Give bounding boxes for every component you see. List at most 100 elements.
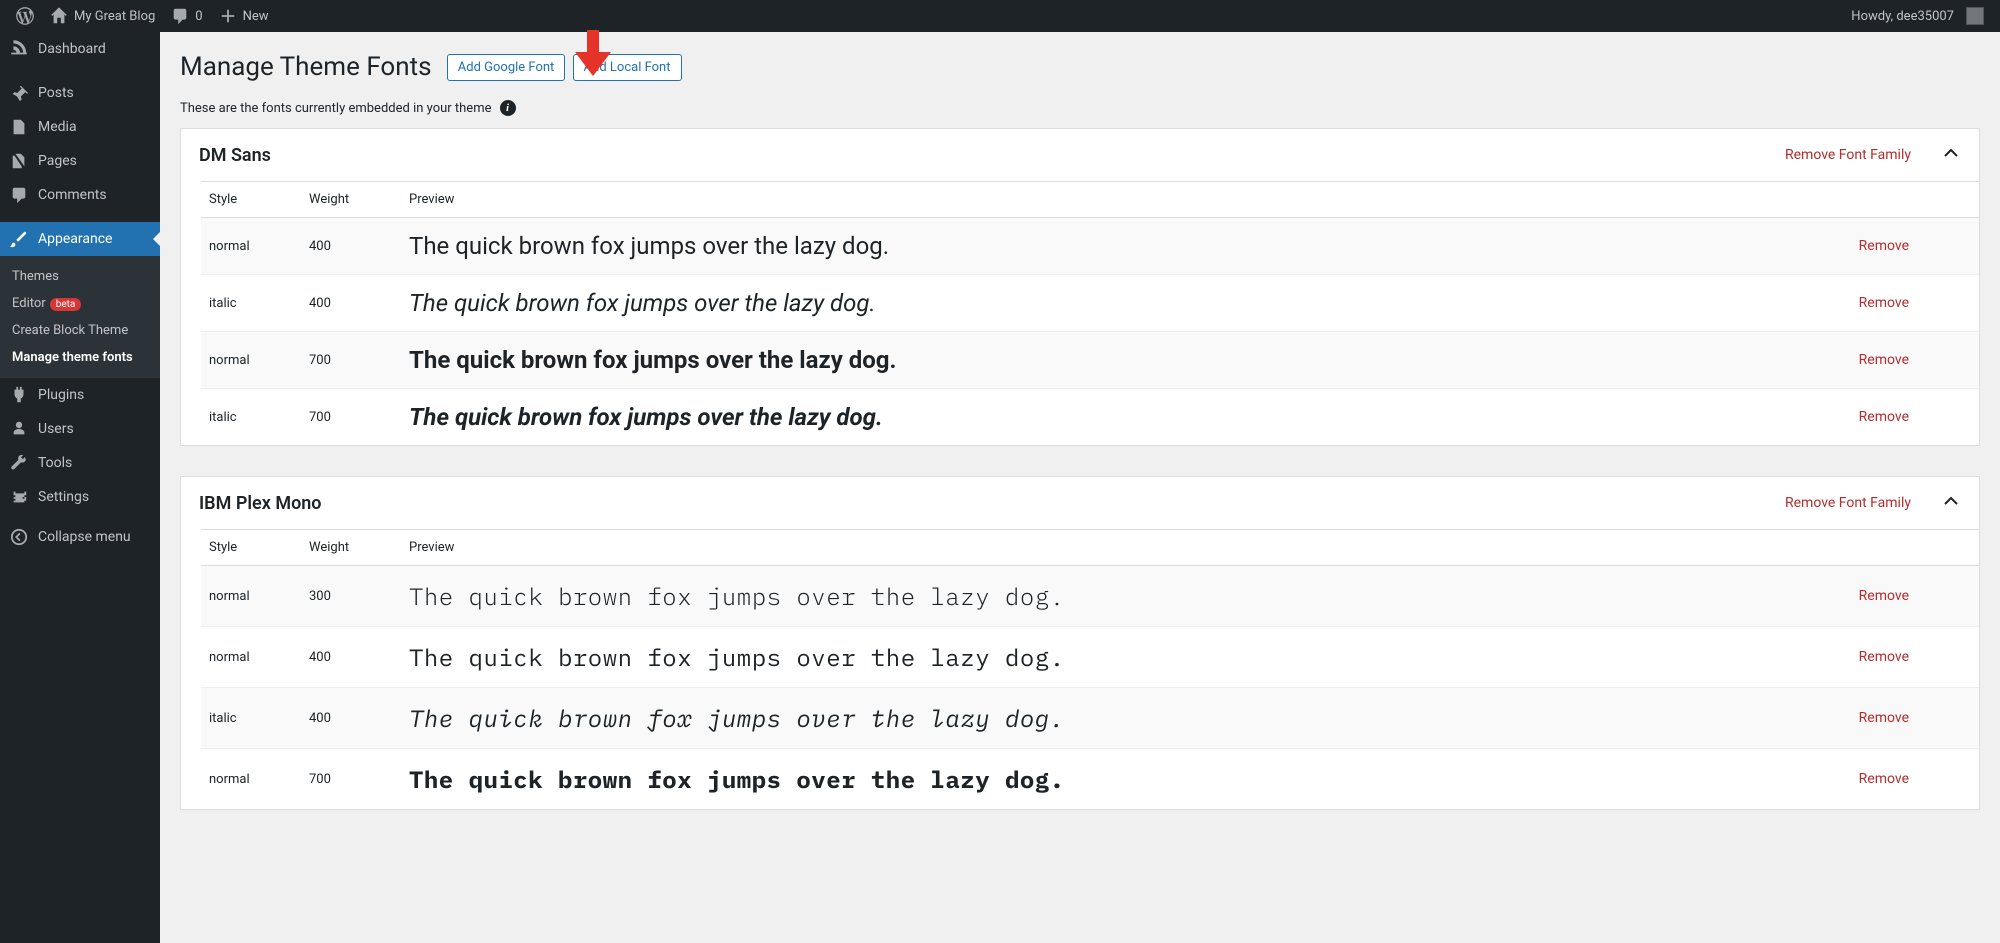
menu-plugins[interactable]: Plugins: [0, 378, 160, 412]
variants-table: Style Weight Preview normal 400 The quic…: [201, 181, 1979, 445]
collapse-toggle[interactable]: [1941, 491, 1961, 515]
font-family-card: DM Sans Remove Font Family Style Weight …: [180, 128, 1980, 446]
variant-row: normal 700 The quick brown fox jumps ove…: [201, 332, 1979, 389]
variant-weight: 400: [301, 688, 401, 749]
callout-arrow: [575, 30, 611, 80]
collapse-icon: [10, 528, 28, 546]
menu-pages[interactable]: Pages: [0, 144, 160, 178]
avatar: [1966, 7, 1984, 25]
user-icon: [10, 420, 28, 438]
menu-appearance[interactable]: Appearance: [0, 222, 160, 256]
variant-weight: 400: [301, 627, 401, 688]
variant-weight: 700: [301, 389, 401, 446]
howdy-text: Howdy, dee35007: [1851, 9, 1954, 24]
remove-font-family-link[interactable]: Remove Font Family: [1785, 495, 1911, 511]
variant-style: normal: [201, 218, 301, 275]
dashboard-icon: [10, 40, 28, 58]
plus-icon: [219, 7, 237, 25]
variant-style: normal: [201, 627, 301, 688]
variant-style: italic: [201, 688, 301, 749]
font-family-card: IBM Plex Mono Remove Font Family Style W…: [180, 476, 1980, 810]
menu-dashboard[interactable]: Dashboard: [0, 32, 160, 66]
chevron-up-icon: [1941, 143, 1961, 163]
variant-row: normal 300 The quick brown fox jumps ove…: [201, 566, 1979, 627]
variant-row: italic 700 The quick brown fox jumps ove…: [201, 389, 1979, 446]
plugin-icon: [10, 386, 28, 404]
admin-bar: My Great Blog 0 New Howdy, dee35007: [0, 0, 2000, 32]
menu-settings[interactable]: Settings: [0, 480, 160, 514]
howdy-link[interactable]: Howdy, dee35007: [1843, 0, 1992, 32]
menu-posts[interactable]: Posts: [0, 76, 160, 110]
add-google-font-button[interactable]: Add Google Font: [447, 54, 566, 81]
preview-text: The quick brown fox jumps over the lazy …: [409, 641, 1065, 673]
arrow-down-icon: [575, 30, 611, 76]
remove-variant-link[interactable]: Remove: [1859, 352, 1909, 368]
submenu-themes[interactable]: Themes: [0, 263, 160, 290]
site-name: My Great Blog: [74, 9, 155, 24]
submenu-editor[interactable]: Editorbeta: [0, 290, 160, 317]
font-family-name: IBM Plex Mono: [199, 493, 322, 514]
page-title: Manage Theme Fonts: [180, 52, 432, 82]
chevron-up-icon: [1941, 491, 1961, 511]
col-weight: Weight: [301, 530, 401, 566]
remove-variant-link[interactable]: Remove: [1859, 649, 1909, 665]
menu-media[interactable]: Media: [0, 110, 160, 144]
variant-weight: 400: [301, 275, 401, 332]
variant-style: normal: [201, 749, 301, 810]
collapse-toggle[interactable]: [1941, 143, 1961, 167]
new-label: New: [243, 9, 269, 24]
beta-badge: beta: [50, 298, 82, 311]
variant-weight: 400: [301, 218, 401, 275]
preview-text: The quick brown fox jumps over the lazy …: [409, 232, 889, 260]
variant-weight: 300: [301, 566, 401, 627]
comments-icon: [10, 186, 28, 204]
collapse-menu[interactable]: Collapse menu: [0, 520, 160, 554]
appearance-submenu: Themes Editorbeta Create Block Theme Man…: [0, 256, 160, 378]
variant-row: normal 700 The quick brown fox jumps ove…: [201, 749, 1979, 810]
variant-row: italic 400 The quick brown fox jumps ove…: [201, 688, 1979, 749]
site-name-link[interactable]: My Great Blog: [42, 0, 163, 32]
variant-style: italic: [201, 275, 301, 332]
col-weight: Weight: [301, 182, 401, 218]
menu-comments[interactable]: Comments: [0, 178, 160, 212]
wrench-icon: [10, 454, 28, 472]
remove-variant-link[interactable]: Remove: [1859, 409, 1909, 425]
variant-style: normal: [201, 332, 301, 389]
menu-users[interactable]: Users: [0, 412, 160, 446]
variant-weight: 700: [301, 749, 401, 810]
remove-variant-link[interactable]: Remove: [1859, 238, 1909, 254]
variants-table: Style Weight Preview normal 300 The quic…: [201, 529, 1979, 809]
variant-style: normal: [201, 566, 301, 627]
comments-link[interactable]: 0: [163, 0, 210, 32]
info-icon[interactable]: i: [500, 100, 516, 116]
font-family-name: DM Sans: [199, 145, 271, 166]
variant-row: normal 400 The quick brown fox jumps ove…: [201, 627, 1979, 688]
col-preview: Preview: [401, 530, 1851, 566]
pin-icon: [10, 84, 28, 102]
comment-icon: [171, 7, 189, 25]
remove-font-family-link[interactable]: Remove Font Family: [1785, 147, 1911, 163]
variant-style: italic: [201, 389, 301, 446]
home-icon: [50, 7, 68, 25]
preview-text: The quick brown fox jumps over the lazy …: [409, 763, 1065, 795]
admin-sidebar: Dashboard Posts Media Pages Comments App…: [0, 32, 160, 943]
submenu-create-block-theme[interactable]: Create Block Theme: [0, 317, 160, 344]
variant-row: normal 400 The quick brown fox jumps ove…: [201, 218, 1979, 275]
preview-text: The quick brown fox jumps over the lazy …: [409, 702, 1065, 734]
col-preview: Preview: [401, 182, 1851, 218]
variant-row: italic 400 The quick brown fox jumps ove…: [201, 275, 1979, 332]
preview-text: The quick brown fox jumps over the lazy …: [409, 580, 1065, 612]
wordpress-icon: [16, 7, 34, 25]
preview-text: The quick brown fox jumps over the lazy …: [409, 289, 876, 317]
remove-variant-link[interactable]: Remove: [1859, 588, 1909, 604]
pages-icon: [10, 152, 28, 170]
submenu-manage-fonts[interactable]: Manage theme fonts: [0, 344, 160, 371]
remove-variant-link[interactable]: Remove: [1859, 771, 1909, 787]
remove-variant-link[interactable]: Remove: [1859, 710, 1909, 726]
wp-logo[interactable]: [8, 0, 42, 32]
menu-tools[interactable]: Tools: [0, 446, 160, 480]
remove-variant-link[interactable]: Remove: [1859, 295, 1909, 311]
brush-icon: [10, 230, 28, 248]
new-link[interactable]: New: [211, 0, 277, 32]
sliders-icon: [10, 488, 28, 506]
